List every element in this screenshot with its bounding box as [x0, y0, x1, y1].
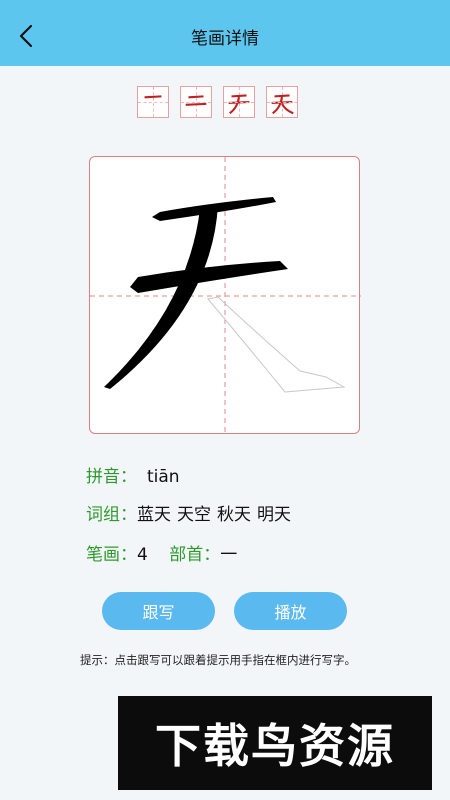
stroke-step-1 — [137, 86, 169, 118]
word-item: 明天 — [257, 505, 291, 525]
pinyin-value: tiān — [147, 467, 180, 487]
watermark-banner: 下载鸟资源 — [118, 696, 432, 790]
watermark-text: 下载鸟资源 — [155, 719, 395, 773]
words-label: 词组： — [86, 505, 137, 525]
stroke-animation-canvas — [90, 157, 361, 435]
word-item: 蓝天 — [137, 505, 171, 525]
pinyin-row: 拼音： tiān — [86, 462, 180, 487]
strokes-value: 4 — [137, 545, 148, 565]
strokes-label: 笔画： — [86, 545, 137, 565]
trace-button[interactable]: 跟写 — [102, 592, 215, 630]
play-button[interactable]: 播放 — [234, 592, 347, 630]
stroke-step-4 — [266, 86, 298, 118]
radical-label: 部首： — [169, 545, 221, 565]
radical-value: 一 — [220, 545, 238, 565]
hint-text: 提示：点击跟写可以跟着提示用手指在框内进行写字。 — [80, 653, 356, 667]
writing-grid[interactable] — [89, 156, 361, 435]
words-row: 词组：蓝天 天空 秋天 明天 — [86, 500, 297, 525]
strokes-radical-row: 笔画：4 部首：一 — [86, 540, 237, 565]
back-arrow-icon[interactable] — [14, 22, 38, 50]
stroke-order-strip — [137, 86, 298, 118]
app-header: 笔画详情 — [0, 0, 450, 66]
page-title: 笔画详情 — [191, 28, 259, 49]
word-item: 秋天 — [217, 505, 251, 525]
stroke-step-2 — [180, 86, 212, 118]
pinyin-label: 拼音： — [86, 467, 137, 487]
stroke-step-3 — [223, 86, 255, 118]
word-item: 天空 — [177, 505, 211, 525]
